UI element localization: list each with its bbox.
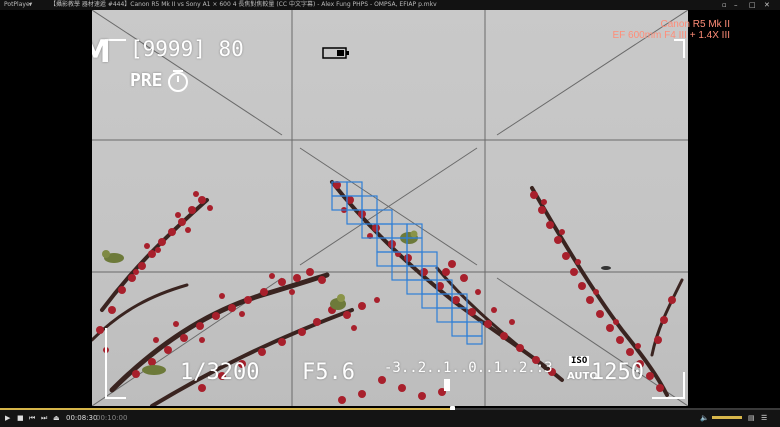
frame-corners [105, 39, 685, 399]
window-title: 【攝影教學 器材速遞 #444】Canon R5 Mk II vs Sony A… [50, 1, 437, 8]
next-icon[interactable]: ⏭ [41, 413, 47, 423]
pre-capture-label: PRE [130, 70, 163, 91]
iso-label: ISO [569, 356, 590, 366]
app-name[interactable]: PotPlayer [4, 0, 32, 10]
exposure-marker-icon [442, 376, 452, 395]
battery-icon [322, 44, 350, 63]
previous-icon[interactable]: ⏮ [29, 413, 35, 423]
lens-overlay-line1: Canon R5 Mk II [660, 19, 730, 30]
maximize-icon[interactable]: □ [749, 0, 756, 10]
video-frame[interactable]: M [9999] 80 PRE 1/3200 F5.6 -3..2..1..0.… [92, 10, 688, 406]
stop-icon[interactable]: ■ [17, 413, 24, 423]
iso-value: 1250 [591, 360, 644, 385]
title-bar: PotPlayer ▾ 【攝影教學 器材速遞 #444】Canon R5 Mk … [0, 0, 780, 10]
time-total: 00:10:00 [96, 414, 128, 422]
shots-remaining: [9999] 80 [130, 37, 244, 61]
chevron-down-icon[interactable]: ▾ [29, 0, 32, 10]
shutter-speed: 1/3200 [180, 360, 260, 385]
open-icon[interactable]: ⏏ [53, 413, 60, 423]
self-timer-icon [165, 68, 191, 98]
minimize-icon[interactable]: – [734, 0, 738, 10]
lens-overlay: Canon R5 Mk II EF 600mm F4 III + 1.4X II… [612, 19, 730, 41]
lens-overlay-line2: EF 600mm F4 III + 1.4X III [612, 30, 730, 41]
settings-icon[interactable]: ☰ [761, 413, 767, 423]
volume-icon[interactable]: 🔈 [700, 413, 709, 423]
volume-slider[interactable] [712, 416, 742, 419]
time-current: 00:08:30 [66, 414, 98, 422]
aperture-value: F5.6 [302, 360, 355, 385]
shooting-mode: M [92, 34, 111, 70]
pin-icon[interactable]: ▫ [722, 0, 727, 10]
play-icon[interactable]: ▶ [5, 413, 10, 423]
close-icon[interactable]: ✕ [764, 0, 770, 10]
subtitle-icon[interactable]: ▤ [748, 413, 755, 423]
exposure-level-scale: -3..2..1..0..1..2.:3 [384, 360, 553, 376]
